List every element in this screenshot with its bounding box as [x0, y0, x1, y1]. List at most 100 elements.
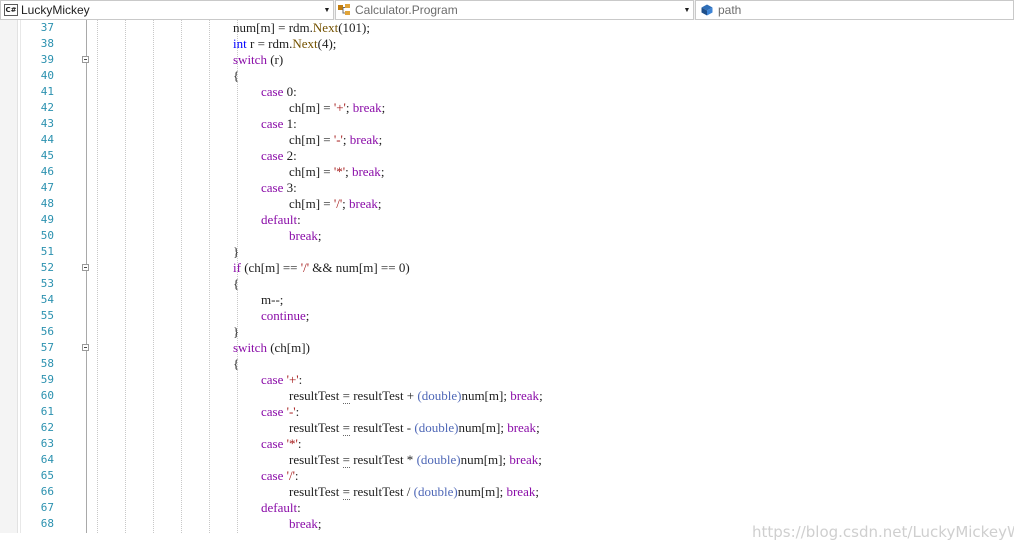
- project-dropdown[interactable]: C# LuckyMickey ▼: [0, 0, 334, 20]
- chevron-down-icon[interactable]: ▼: [322, 1, 332, 19]
- code-text: default:: [261, 500, 301, 516]
- collapse-toggle-icon[interactable]: [82, 264, 89, 271]
- code-token: case: [261, 84, 284, 99]
- line-number: 51: [40, 245, 54, 258]
- code-token: ch[m] =: [289, 100, 334, 115]
- code-token: (101);: [338, 20, 370, 35]
- code-line[interactable]: 63 case '*':: [0, 436, 1014, 452]
- code-line[interactable]: 37 num[m] = rdm.Next(101);: [0, 20, 1014, 36]
- code-text: ch[m] = '+'; break;: [289, 100, 385, 116]
- code-token: Next: [312, 20, 339, 35]
- line-number: 45: [40, 149, 54, 162]
- line-number: 39: [40, 53, 54, 66]
- code-text: case '-':: [261, 404, 299, 420]
- code-line[interactable]: 66 resultTest = resultTest / (double)num[…: [0, 484, 1014, 500]
- code-line[interactable]: 67 default:: [0, 500, 1014, 516]
- code-token: break: [289, 228, 318, 243]
- code-line[interactable]: 56}: [0, 324, 1014, 340]
- code-token: 2:: [283, 148, 297, 163]
- code-token: resultTest /: [349, 484, 414, 499]
- code-line[interactable]: 48 ch[m] = '/'; break;: [0, 196, 1014, 212]
- code-token: continue: [261, 308, 306, 323]
- code-token: num[m];: [457, 484, 507, 499]
- collapse-toggle-icon[interactable]: [82, 56, 89, 63]
- navigation-bar: C# LuckyMickey ▼ Calculator.Program ▼ pa…: [0, 0, 1014, 20]
- code-text: {: [233, 276, 239, 292]
- code-line[interactable]: 52 if (ch[m] == '/' && num[m] == 0): [0, 260, 1014, 276]
- code-token: '/': [300, 260, 310, 275]
- code-line[interactable]: 53 {: [0, 276, 1014, 292]
- code-text: default:: [261, 212, 301, 228]
- code-line[interactable]: 50 break;: [0, 228, 1014, 244]
- code-token: ch[m] =: [289, 196, 334, 211]
- code-line[interactable]: 45 case 2:: [0, 148, 1014, 164]
- code-token: case: [261, 404, 284, 419]
- code-editor[interactable]: 37 num[m] = rdm.Next(101); 38 int r = rdm.N…: [0, 20, 1014, 541]
- code-token: (ch[m] ==: [240, 260, 301, 275]
- code-line[interactable]: 61 case '-':: [0, 404, 1014, 420]
- code-line[interactable]: 38 int r = rdm.Next(4);: [0, 36, 1014, 52]
- code-line[interactable]: 54 m--;: [0, 292, 1014, 308]
- line-number: 53: [40, 277, 54, 290]
- code-line[interactable]: 49 default:: [0, 212, 1014, 228]
- code-token: default: [261, 212, 298, 227]
- line-number: 60: [40, 389, 54, 402]
- code-line[interactable]: 41 case 0:: [0, 84, 1014, 100]
- code-token: break: [349, 196, 378, 211]
- code-token: (double): [417, 388, 462, 403]
- code-line[interactable]: 59 case '+':: [0, 372, 1014, 388]
- code-token: ch[m] =: [289, 132, 334, 147]
- code-text: int r = rdm.Next(4);: [233, 36, 336, 52]
- line-number: 67: [40, 501, 54, 514]
- code-token: '/': [286, 468, 295, 483]
- code-text: ch[m] = '-'; break;: [289, 132, 382, 148]
- code-line[interactable]: 65 case '/':: [0, 468, 1014, 484]
- collapse-toggle-icon[interactable]: [82, 344, 89, 351]
- code-text: case 1:: [261, 116, 297, 132]
- code-token: ;: [378, 132, 383, 147]
- type-dropdown[interactable]: Calculator.Program ▼: [335, 0, 694, 20]
- code-token: Next: [292, 36, 318, 51]
- line-number: 56: [40, 325, 54, 338]
- code-line[interactable]: 60 resultTest = resultTest + (double)num[…: [0, 388, 1014, 404]
- code-text: ch[m] = '*'; break;: [289, 164, 384, 180]
- code-line[interactable]: 39 switch (r): [0, 52, 1014, 68]
- code-token: resultTest +: [349, 388, 418, 403]
- line-number: 41: [40, 85, 54, 98]
- code-token: break: [509, 452, 539, 467]
- code-line[interactable]: 62 resultTest = resultTest - (double)num[…: [0, 420, 1014, 436]
- code-line[interactable]: 57 switch (ch[m]): [0, 340, 1014, 356]
- code-text: ch[m] = '/'; break;: [289, 196, 382, 212]
- code-token: }: [233, 244, 240, 259]
- code-token: :: [298, 372, 303, 387]
- code-token: break: [507, 420, 537, 435]
- line-number: 37: [40, 21, 54, 34]
- code-line[interactable]: 44 ch[m] = '-'; break;: [0, 132, 1014, 148]
- code-line[interactable]: 58 {: [0, 356, 1014, 372]
- line-number: 62: [40, 421, 54, 434]
- code-token: break: [289, 516, 318, 531]
- code-line[interactable]: 43 case 1:: [0, 116, 1014, 132]
- code-line[interactable]: 47 case 3:: [0, 180, 1014, 196]
- code-line[interactable]: 40 {: [0, 68, 1014, 84]
- type-name: Calculator.Program: [355, 3, 458, 17]
- line-number: 64: [40, 453, 54, 466]
- code-token: '*': [333, 164, 346, 179]
- code-token: (double): [414, 420, 459, 435]
- line-number: 44: [40, 133, 54, 146]
- line-number: 61: [40, 405, 54, 418]
- code-line[interactable]: 51}: [0, 244, 1014, 260]
- member-dropdown[interactable]: path: [695, 0, 1014, 20]
- chevron-down-icon[interactable]: ▼: [682, 1, 692, 19]
- code-line[interactable]: 42 ch[m] = '+'; break;: [0, 100, 1014, 116]
- code-line[interactable]: 64 resultTest = resultTest * (double)num[…: [0, 452, 1014, 468]
- code-token: =: [342, 420, 350, 436]
- code-token: resultTest: [289, 484, 343, 499]
- code-text: resultTest = resultTest - (double)num[m]…: [289, 420, 540, 436]
- code-text: }: [233, 244, 239, 260]
- code-token: case: [261, 468, 284, 483]
- code-token: break: [352, 100, 382, 115]
- code-token: '/': [333, 196, 343, 211]
- code-line[interactable]: 46 ch[m] = '*'; break;: [0, 164, 1014, 180]
- code-line[interactable]: 55 continue;: [0, 308, 1014, 324]
